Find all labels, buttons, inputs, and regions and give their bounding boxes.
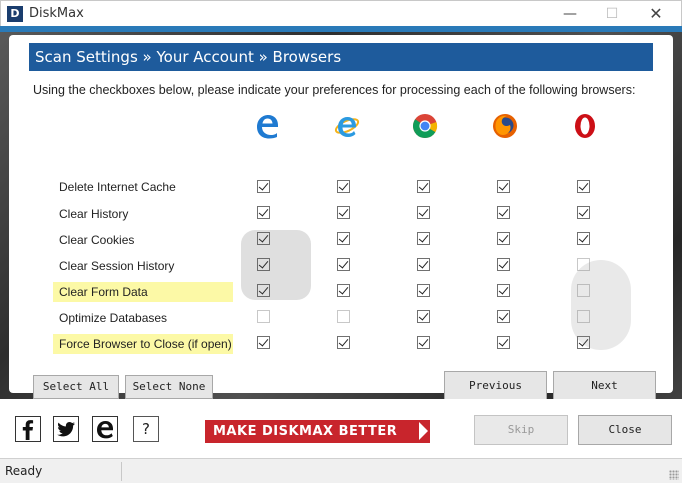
bottom-toolbar: ? MAKE DISKMAX BETTER Skip Close	[0, 399, 682, 458]
checkbox-opera-clear-cookies[interactable]	[577, 232, 590, 245]
checkbox-opera-clear-session	[577, 258, 590, 271]
row-label-clear-cookies: Clear Cookies	[59, 233, 135, 247]
checkbox-firefox-clear-history[interactable]	[497, 206, 510, 219]
maximize-button[interactable]: ☐	[595, 3, 629, 25]
help-icon[interactable]: ?	[133, 416, 159, 442]
next-button[interactable]: Next	[553, 371, 656, 401]
row-label-force-browser-close: Force Browser to Close (if open)	[53, 334, 233, 354]
resize-grip-icon[interactable]	[669, 470, 679, 480]
checkbox-opera-optimize-db	[577, 310, 590, 323]
checkbox-edge-delete-cache[interactable]	[257, 180, 270, 193]
checkbox-ie-clear-session[interactable]	[337, 258, 350, 271]
select-all-button[interactable]: Select All	[33, 375, 119, 399]
chrome-icon	[413, 114, 438, 139]
checkbox-ie-delete-cache[interactable]	[337, 180, 350, 193]
checkbox-chrome-clear-session[interactable]	[417, 258, 430, 271]
row-label-optimize-databases: Optimize Databases	[59, 311, 168, 325]
make-diskmax-better-banner[interactable]: MAKE DISKMAX BETTER	[205, 420, 430, 443]
main-area: Scan Settings » Your Account » Browsers …	[0, 26, 682, 458]
row-label-clear-session-history: Clear Session History	[59, 259, 175, 273]
close-window-button[interactable]: ✕	[639, 3, 673, 25]
status-divider	[121, 462, 122, 481]
checkbox-edge-force-close[interactable]	[257, 336, 270, 349]
arrow-right-icon	[419, 422, 428, 440]
checkbox-opera-force-close[interactable]	[577, 336, 590, 349]
edge-icon	[257, 115, 278, 139]
checkbox-ie-clear-cookies[interactable]	[337, 232, 350, 245]
checkbox-edge-optimize-db	[257, 310, 270, 323]
twitter-icon[interactable]	[53, 416, 79, 442]
checkbox-firefox-clear-cookies[interactable]	[497, 232, 510, 245]
checkbox-edge-clear-cookies[interactable]	[257, 232, 270, 245]
select-none-button[interactable]: Select None	[125, 375, 213, 399]
app-logo-icon: D	[7, 6, 23, 22]
internet-explorer-icon	[334, 117, 360, 137]
skip-button: Skip	[474, 415, 568, 445]
checkbox-edge-clear-form[interactable]	[257, 284, 270, 297]
opera-icon	[575, 114, 595, 138]
checkbox-chrome-delete-cache[interactable]	[417, 180, 430, 193]
checkbox-firefox-delete-cache[interactable]	[497, 180, 510, 193]
status-bar: Ready	[0, 458, 682, 483]
row-label-clear-form-data: Clear Form Data	[53, 282, 233, 302]
checkbox-chrome-clear-cookies[interactable]	[417, 232, 430, 245]
instructions-text: Using the checkboxes below, please indic…	[33, 83, 636, 97]
checkbox-firefox-force-close[interactable]	[497, 336, 510, 349]
row-label-delete-internet-cache: Delete Internet Cache	[59, 180, 176, 194]
checkbox-opera-delete-cache[interactable]	[577, 180, 590, 193]
checkbox-chrome-clear-form[interactable]	[417, 284, 430, 297]
previous-button[interactable]: Previous	[444, 371, 547, 401]
checkbox-opera-clear-history[interactable]	[577, 206, 590, 219]
minimize-button[interactable]: —	[553, 3, 587, 25]
checkbox-edge-clear-history[interactable]	[257, 206, 270, 219]
checkbox-ie-clear-history[interactable]	[337, 206, 350, 219]
checkbox-chrome-clear-history[interactable]	[417, 206, 430, 219]
checkbox-chrome-force-close[interactable]	[417, 336, 430, 349]
checkbox-edge-clear-session[interactable]	[257, 258, 270, 271]
checkbox-firefox-clear-session[interactable]	[497, 258, 510, 271]
close-button[interactable]: Close	[578, 415, 672, 445]
make-better-label: MAKE DISKMAX BETTER	[213, 424, 398, 439]
row-label-clear-history: Clear History	[59, 207, 129, 221]
checkbox-ie-clear-form[interactable]	[337, 284, 350, 297]
checkbox-firefox-optimize-db[interactable]	[497, 310, 510, 323]
facebook-icon[interactable]	[15, 416, 41, 442]
settings-panel: Scan Settings » Your Account » Browsers …	[9, 35, 673, 401]
checkbox-ie-force-close[interactable]	[337, 336, 350, 349]
status-text: Ready	[5, 464, 43, 478]
title-bar: D DiskMax — ☐ ✕	[0, 0, 682, 26]
checkbox-firefox-clear-form[interactable]	[497, 284, 510, 297]
ie-icon[interactable]	[92, 416, 118, 442]
top-accent-strip	[0, 26, 682, 32]
breadcrumb-header: Scan Settings » Your Account » Browsers	[29, 43, 653, 71]
checkbox-chrome-optimize-db[interactable]	[417, 310, 430, 323]
window-title: DiskMax	[29, 6, 84, 21]
checkbox-opera-clear-form	[577, 284, 590, 297]
checkbox-ie-optimize-db	[337, 310, 350, 323]
firefox-icon	[493, 114, 517, 138]
